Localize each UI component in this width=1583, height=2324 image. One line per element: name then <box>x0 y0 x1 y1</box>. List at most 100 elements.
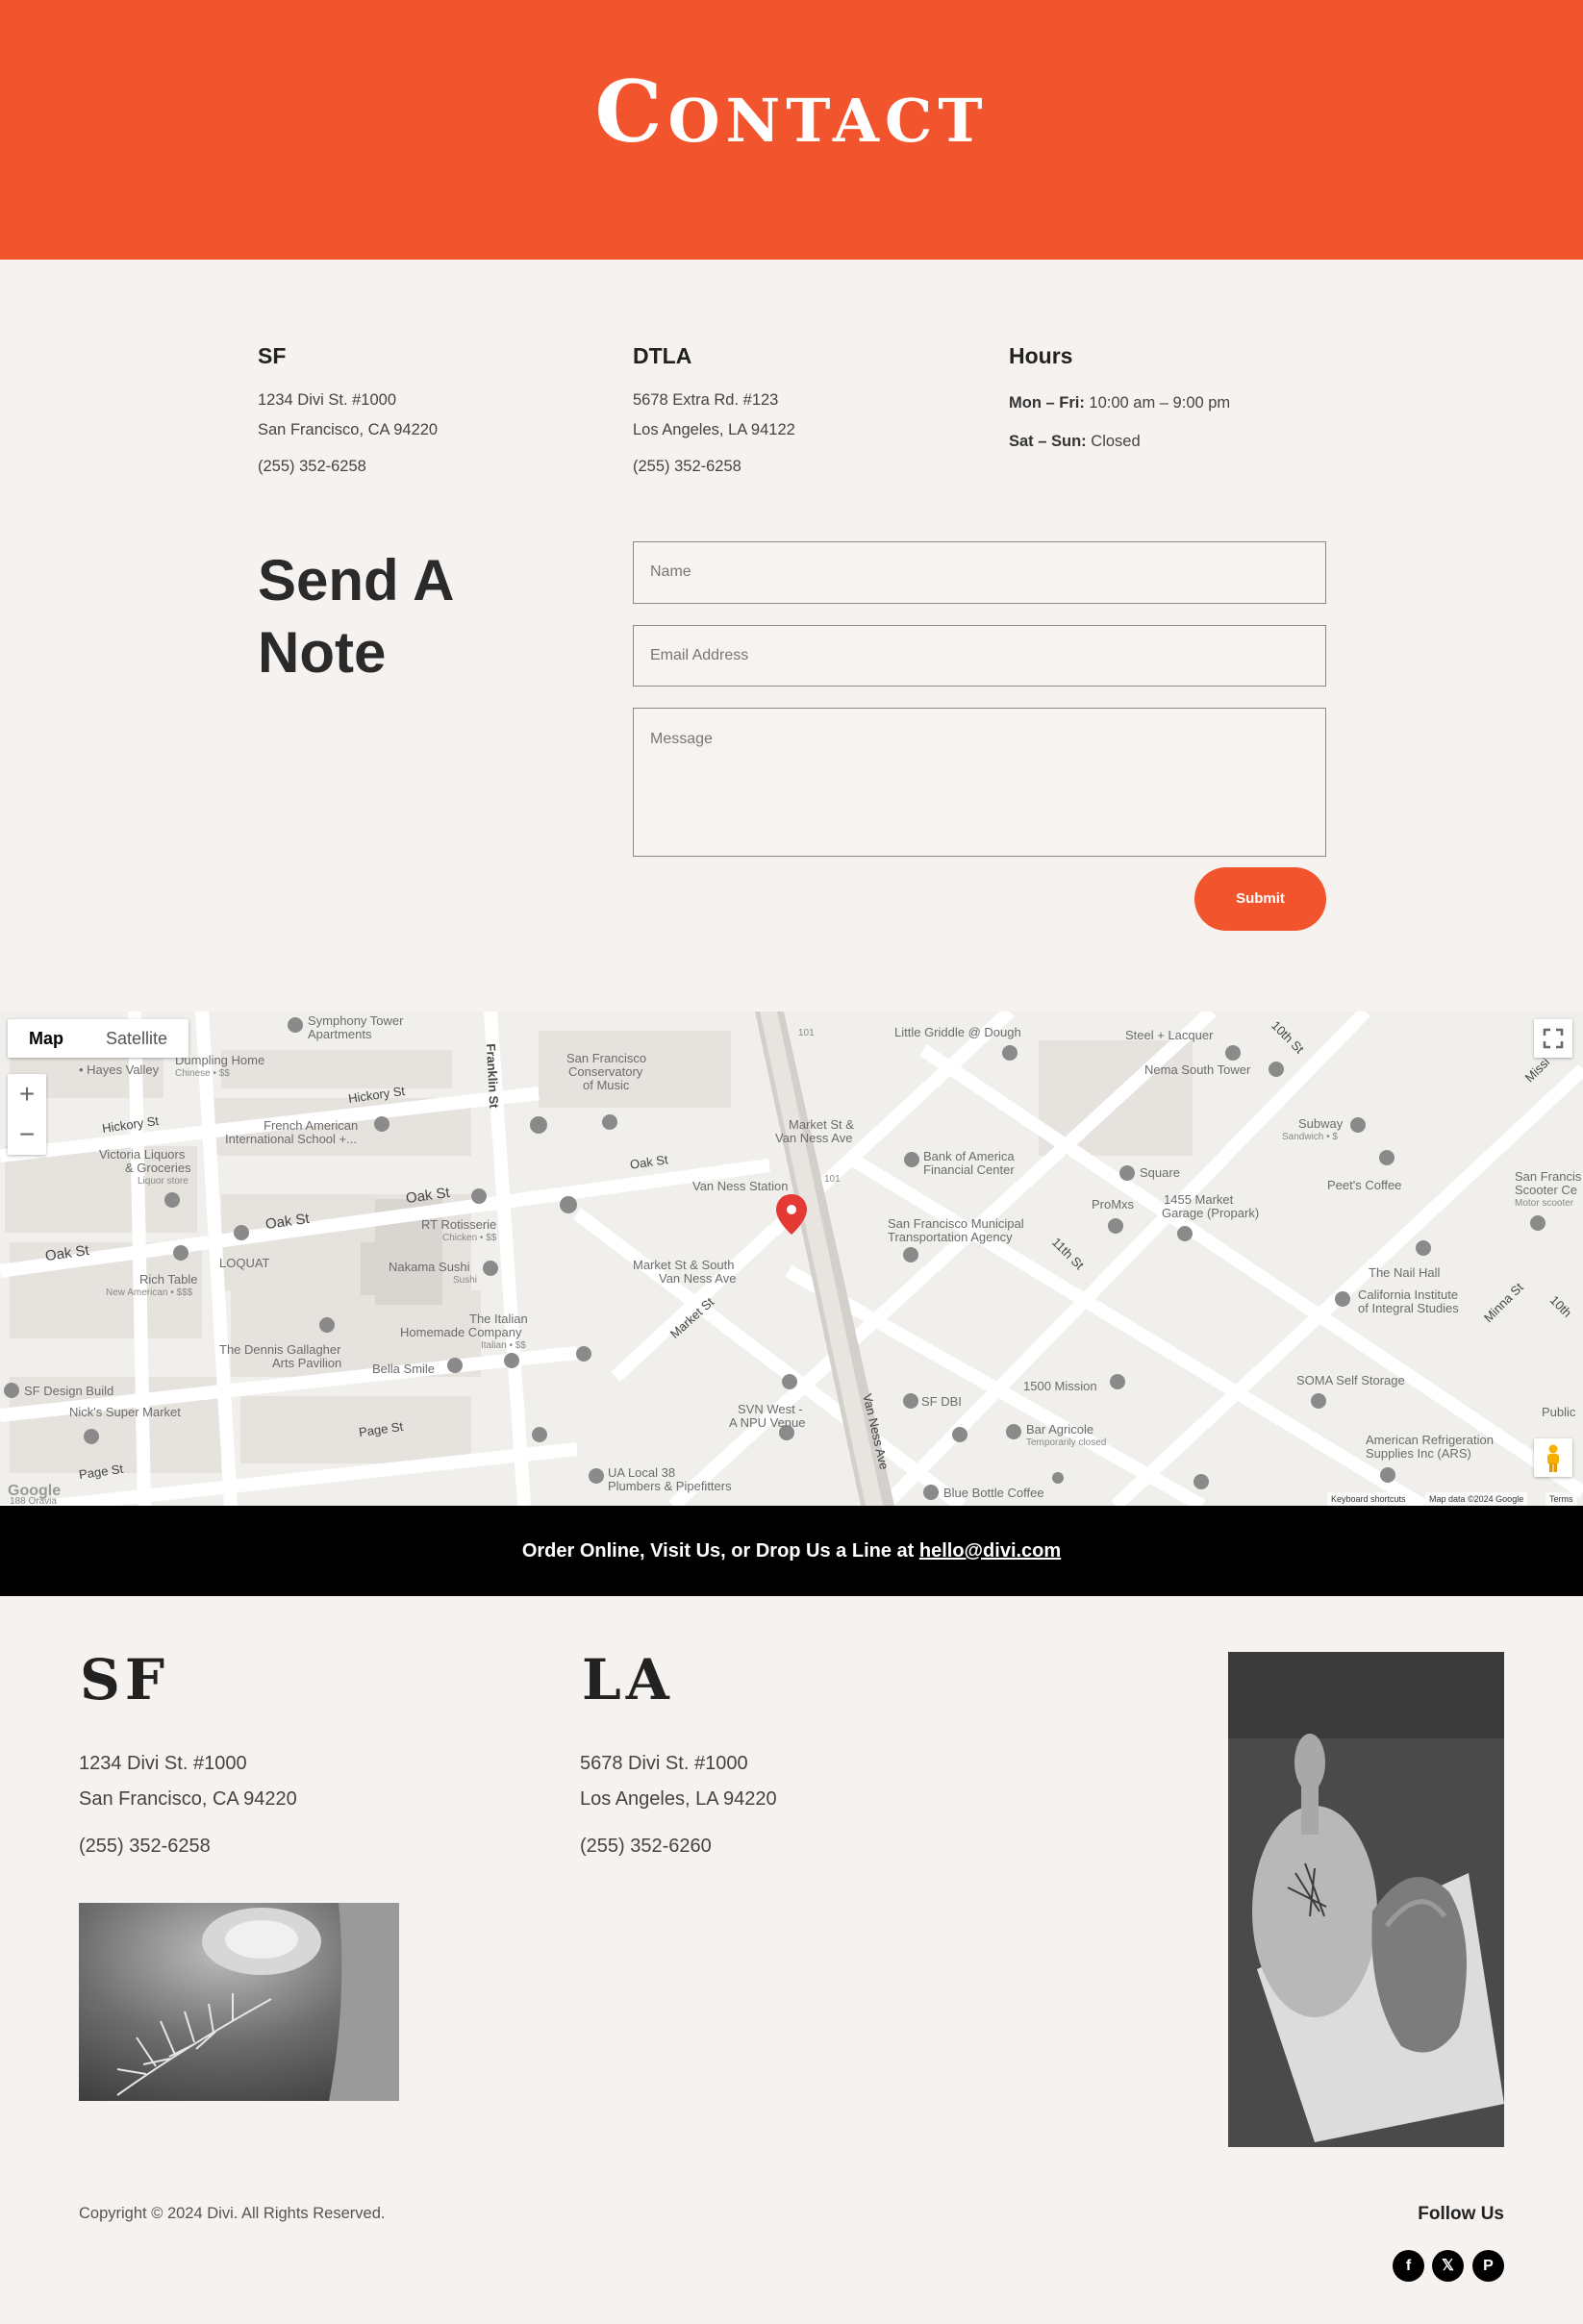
map-label: Liquor store <box>138 1176 188 1187</box>
footer-la-address2: Los Angeles, LA 94220 <box>580 1788 777 1810</box>
map-label: SF Design Build <box>24 1384 114 1398</box>
map[interactable]: Symphony Tower Apartments • Hayes Valley… <box>0 1012 1583 1506</box>
map-label: SF DBI <box>921 1394 962 1409</box>
map-label: French American <box>264 1118 359 1133</box>
map-label: Bank of America <box>923 1149 1015 1163</box>
pegman-icon <box>1547 1444 1559 1472</box>
weekend-hours: Sat – Sun: Closed <box>1009 429 1230 454</box>
map-label: Temporarily closed <box>1026 1437 1107 1448</box>
map-tab-satellite[interactable]: Satellite <box>85 1019 188 1058</box>
map-tab-map[interactable]: Map <box>8 1019 85 1058</box>
map-label: Blue Bottle Coffee <box>943 1486 1044 1500</box>
location-address-line1: 5678 Extra Rd. #123 <box>633 391 779 409</box>
map-label: Symphony Tower <box>308 1013 404 1028</box>
form-title-line2: Note <box>258 620 387 685</box>
map-label: Homemade Company <box>400 1325 522 1339</box>
map-label: Van Ness Station <box>692 1179 789 1193</box>
fullscreen-button[interactable] <box>1534 1019 1572 1058</box>
route-label: 101 <box>798 1028 815 1038</box>
map-label: Bella Smile <box>372 1362 436 1376</box>
map-label: Market St & South <box>633 1258 735 1272</box>
map-label: Sushi <box>453 1275 478 1286</box>
map-label: Market St & <box>789 1117 854 1132</box>
map-label: Peet's Coffee <box>1327 1178 1402 1192</box>
message-field[interactable]: Message <box>633 708 1326 857</box>
keyboard-shortcuts-link[interactable]: Keyboard shortcuts <box>1327 1492 1410 1506</box>
name-field[interactable]: Name <box>633 541 1326 604</box>
zoom-in-button[interactable]: + <box>8 1074 46 1114</box>
footer-la-title: LA <box>582 1647 674 1712</box>
location-address-line2: Los Angeles, LA 94122 <box>633 421 795 438</box>
banner-text: Order Online, Visit Us, or Drop Us a Lin… <box>521 1540 919 1562</box>
map-label: Steel + Lacquer <box>1125 1028 1214 1042</box>
weekday-value: 10:00 am – 9:00 pm <box>1084 394 1231 412</box>
map-label: Italian • $$ <box>481 1340 526 1351</box>
map-data-attribution: Map data ©2024 Google <box>1425 1492 1528 1506</box>
location-sf: SF 1234 Divi St. #1000 San Francisco, CA… <box>258 343 438 482</box>
footer-sf-address1: 1234 Divi St. #1000 <box>79 1753 247 1774</box>
weekday-label: Mon – Fri: <box>1009 394 1085 412</box>
footer-la-address1: 5678 Divi St. #1000 <box>580 1753 748 1774</box>
map-label: SOMA Self Storage <box>1296 1373 1405 1387</box>
map-label: International School +... <box>225 1132 357 1146</box>
map-label: Transportation Agency <box>888 1230 1013 1244</box>
location-heading: SF <box>258 343 287 368</box>
map-label: Apartments <box>308 1027 372 1041</box>
map-label: Scooter Ce <box>1515 1183 1578 1197</box>
map-label: American Refrigeration <box>1366 1433 1494 1447</box>
map-label: Nema South Tower <box>1144 1062 1251 1077</box>
map-label: San Francisco <box>566 1051 647 1065</box>
map-label: Chicken • $$ <box>442 1233 497 1243</box>
street-label: Franklin St <box>483 1043 502 1109</box>
zoom-control: + − <box>8 1074 46 1155</box>
weekend-value: Closed <box>1086 433 1141 450</box>
map-label: Van Ness Ave <box>659 1271 737 1286</box>
map-label: Chinese • $$ <box>175 1068 230 1079</box>
map-label: & Groceries <box>125 1161 191 1175</box>
location-heading: DTLA <box>633 343 692 368</box>
map-label: UA Local 38 <box>608 1465 676 1480</box>
map-label: Nick's Super Market <box>69 1405 181 1419</box>
location-address-line1: 1234 Divi St. #1000 <box>258 391 397 409</box>
order-banner: Order Online, Visit Us, or Drop Us a Lin… <box>0 1506 1583 1596</box>
submit-button[interactable]: Submit <box>1194 867 1326 931</box>
x-twitter-icon[interactable]: 𝕏 <box>1432 2250 1464 2282</box>
email-link[interactable]: hello@divi.com <box>919 1540 1061 1562</box>
map-label: The Nail Hall <box>1369 1265 1441 1280</box>
map-label: of Integral Studies <box>1358 1301 1459 1315</box>
weekday-hours: Mon – Fri: 10:00 am – 9:00 pm <box>1009 390 1230 415</box>
zoom-out-button[interactable]: − <box>8 1114 46 1155</box>
map-label: Sandwich • $ <box>1282 1132 1338 1142</box>
form-title: Send A Note <box>258 544 454 688</box>
map-label: Public <box>1542 1405 1576 1419</box>
footer-la-phone: (255) 352-6260 <box>580 1836 712 1857</box>
map-type-control: Map Satellite <box>8 1019 189 1058</box>
map-label: Rich Table <box>139 1272 198 1287</box>
footer-sf-phone: (255) 352-6258 <box>79 1836 211 1857</box>
email-field[interactable]: Email Address <box>633 625 1326 687</box>
map-label: San Francisco Municipal <box>888 1216 1024 1231</box>
map-label: Financial Center <box>923 1162 1015 1177</box>
map-label: 1500 Mission <box>1023 1379 1097 1393</box>
map-label: Garage (Propark) <box>1162 1206 1260 1220</box>
terms-link[interactable]: Terms <box>1545 1492 1577 1506</box>
footer-sf-address2: San Francisco, CA 94220 <box>79 1788 297 1810</box>
map-label: Victoria Liquors <box>99 1147 186 1162</box>
weekend-label: Sat – Sun: <box>1009 433 1087 450</box>
location-dtla: DTLA 5678 Extra Rd. #123 Los Angeles, LA… <box>633 343 795 482</box>
facebook-icon[interactable]: f <box>1393 2250 1424 2282</box>
map-label: Supplies Inc (ARS) <box>1366 1446 1471 1461</box>
page-title: Contact <box>594 62 989 162</box>
map-label: The Italian <box>469 1312 528 1326</box>
street-view-button[interactable] <box>1534 1438 1572 1477</box>
map-label: Conservatory <box>568 1064 643 1079</box>
map-label: Bar Agricole <box>1026 1422 1094 1437</box>
map-label: SVN West - <box>738 1402 803 1416</box>
pinterest-icon[interactable]: P <box>1472 2250 1504 2282</box>
map-label: Nakama Sushi <box>389 1260 470 1274</box>
map-label: of Music <box>583 1078 630 1092</box>
follow-us-label: Follow Us <box>1418 2204 1504 2224</box>
map-label: RT Rotisserie <box>421 1217 497 1232</box>
footer-sf-title: SF <box>80 1647 170 1712</box>
form-title-line1: Send A <box>258 548 455 612</box>
